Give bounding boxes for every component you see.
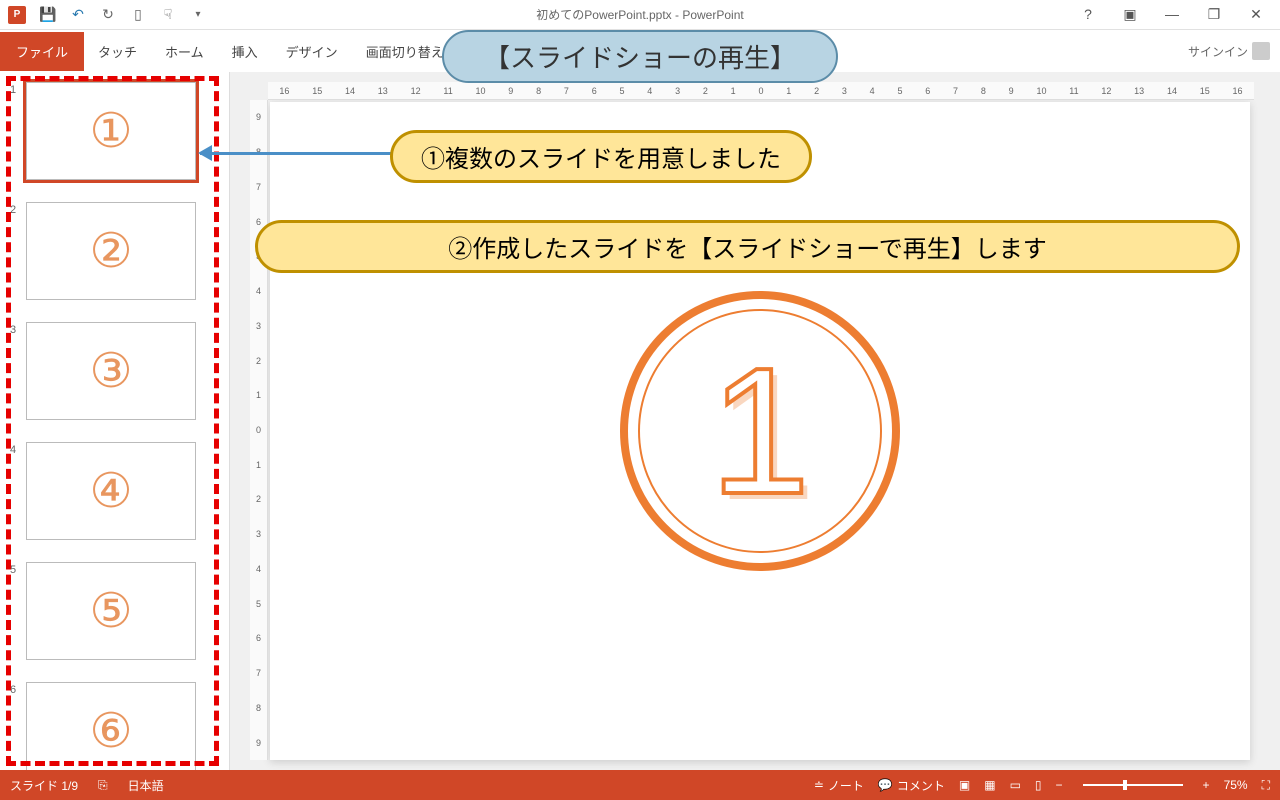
tab-home[interactable]: ホーム — [151, 32, 218, 71]
title-bar: P 💾 ↶ ↻ ▯ ☟ ▾ 初めてのPowerPoint.pptx - Powe… — [0, 0, 1280, 30]
powerpoint-app-icon: P — [8, 6, 26, 24]
thumbnail-number: 1 — [10, 82, 20, 96]
thumbnail-glyph: ② — [89, 223, 132, 279]
slideshow-view-icon[interactable]: ▯ — [1035, 778, 1042, 792]
quick-access-toolbar: P 💾 ↶ ↻ ▯ ☟ ▾ — [0, 6, 206, 24]
thumbnail-slide[interactable]: ① — [26, 82, 196, 180]
thumbnail-slide[interactable]: ④ — [26, 442, 196, 540]
avatar-icon — [1252, 42, 1270, 60]
window-controls: ? ▣ — ❐ ✕ — [1076, 6, 1280, 23]
notes-button[interactable]: ≐ ノート — [814, 777, 864, 794]
zoom-slider[interactable] — [1083, 784, 1183, 786]
thumbnail-row[interactable]: 1① — [10, 82, 219, 180]
vertical-ruler: 9876543210123456789 — [250, 100, 268, 760]
comments-label: コメント — [897, 777, 945, 794]
thumbnail-row[interactable]: 4④ — [10, 442, 219, 540]
thumbnail-slide[interactable]: ⑤ — [26, 562, 196, 660]
restore-icon[interactable]: ❐ — [1202, 6, 1226, 23]
minimize-icon[interactable]: — — [1160, 6, 1184, 23]
thumbnail-number: 2 — [10, 202, 20, 216]
thumbnail-row[interactable]: 6⑥ — [10, 682, 219, 770]
zoom-level[interactable]: 75% — [1224, 778, 1248, 792]
tab-touch[interactable]: タッチ — [84, 32, 151, 71]
zoom-in-icon[interactable]: + — [1203, 778, 1210, 792]
thumbnail-panel[interactable]: 1①2②3③4④5⑤6⑥ — [0, 72, 230, 770]
tab-insert[interactable]: 挿入 — [218, 32, 272, 71]
slide-canvas[interactable]: 1 1 — [270, 102, 1250, 760]
touch-mode-icon[interactable]: ☟ — [160, 7, 176, 23]
language-indicator[interactable]: 日本語 — [128, 777, 164, 794]
thumbnail-number: 6 — [10, 682, 20, 696]
annotation-arrow — [200, 152, 395, 155]
thumbnail-number: 4 — [10, 442, 20, 456]
slide-counter[interactable]: スライド 1/9 — [10, 777, 78, 794]
thumbnail-slide[interactable]: ⑥ — [26, 682, 196, 770]
thumbnail-row[interactable]: 2② — [10, 202, 219, 300]
slide-edit-area[interactable]: 1615141312111098765432101234567891011121… — [230, 72, 1280, 770]
help-icon[interactable]: ? — [1076, 6, 1100, 23]
qat-dropdown-icon[interactable]: ▾ — [190, 7, 206, 23]
thumbnail-slide[interactable]: ② — [26, 202, 196, 300]
sign-in-label: サインイン — [1188, 43, 1248, 60]
spellcheck-icon[interactable]: ⎘ — [98, 778, 108, 793]
annotation-title: 【スライドショーの再生】 — [442, 30, 838, 83]
status-bar: スライド 1/9 ⎘ 日本語 ≐ ノート 💬 コメント ▣ ▦ ▭ ▯ − + … — [0, 770, 1280, 800]
sign-in[interactable]: サインイン — [1188, 42, 1280, 60]
tab-file[interactable]: ファイル — [0, 32, 84, 71]
reading-view-icon[interactable]: ▭ — [1010, 778, 1021, 792]
window-title: 初めてのPowerPoint.pptx - PowerPoint — [536, 6, 743, 23]
annotation-callout-1: ①複数のスライドを用意しました — [390, 130, 812, 183]
ribbon-display-icon[interactable]: ▣ — [1118, 6, 1142, 23]
close-icon[interactable]: ✕ — [1244, 6, 1268, 23]
thumbnail-number: 5 — [10, 562, 20, 576]
thumbnail-glyph: ④ — [89, 463, 132, 519]
redo-icon[interactable]: ↻ — [100, 7, 116, 23]
zoom-out-icon[interactable]: − — [1056, 778, 1063, 792]
slide-glyph-one: 1 — [710, 328, 810, 535]
start-from-beginning-icon[interactable]: ▯ — [130, 7, 146, 23]
thumbnail-slide[interactable]: ③ — [26, 322, 196, 420]
save-icon[interactable]: 💾 — [40, 7, 56, 23]
thumbnail-glyph: ③ — [89, 343, 132, 399]
fit-to-window-icon[interactable]: ⛶ — [1262, 778, 1270, 793]
undo-icon[interactable]: ↶ — [70, 7, 86, 23]
horizontal-ruler: 1615141312111098765432101234567891011121… — [268, 82, 1254, 100]
comments-button[interactable]: 💬 コメント — [878, 777, 945, 794]
thumbnail-glyph: ⑤ — [89, 583, 132, 639]
thumbnail-glyph: ⑥ — [89, 703, 132, 759]
slide-content-circled-one: 1 1 — [620, 291, 900, 571]
thumbnail-number: 3 — [10, 322, 20, 336]
tab-design[interactable]: デザイン — [272, 32, 352, 71]
normal-view-icon[interactable]: ▣ — [959, 778, 970, 792]
slide-sorter-icon[interactable]: ▦ — [984, 778, 995, 792]
thumbnail-row[interactable]: 3③ — [10, 322, 219, 420]
notes-label: ノート — [828, 777, 864, 794]
thumbnail-glyph: ① — [89, 103, 132, 159]
annotation-callout-2: ②作成したスライドを【スライドショーで再生】します — [255, 220, 1240, 273]
workspace: 1①2②3③4④5⑤6⑥ 161514131211109876543210123… — [0, 72, 1280, 770]
thumbnail-row[interactable]: 5⑤ — [10, 562, 219, 660]
